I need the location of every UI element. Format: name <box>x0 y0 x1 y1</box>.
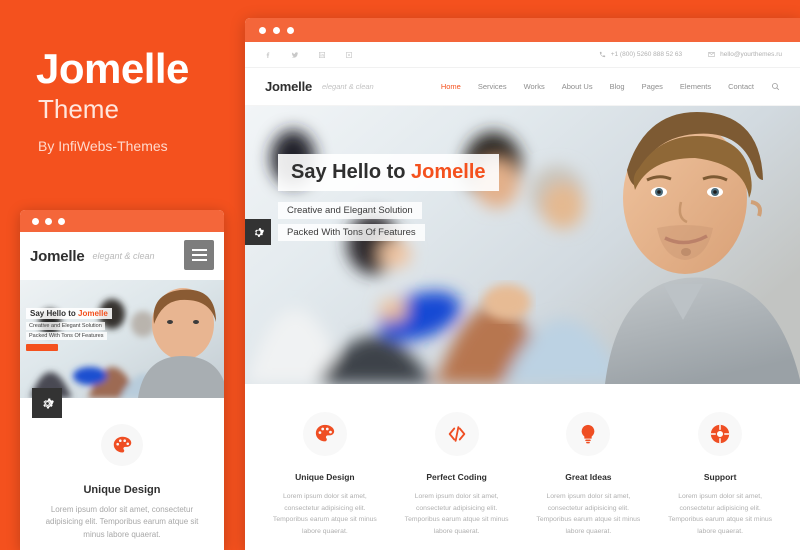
envelope-icon <box>708 52 715 57</box>
gear-glyph <box>254 227 264 237</box>
mobile-hero-cta-button[interactable] <box>26 344 58 351</box>
hamburger-bar <box>191 254 207 256</box>
desktop-titlebar <box>245 18 800 42</box>
feature-title: Perfect Coding <box>426 472 487 482</box>
hero-subline-1: Creative and Elegant Solution <box>278 202 422 219</box>
nav-item-services[interactable]: Services <box>478 82 507 91</box>
contact-info: +1 (800) 5260 888 52 63 hello@yourthemes… <box>599 51 782 58</box>
window-dot-close[interactable] <box>32 217 39 225</box>
hamburger-icon[interactable] <box>184 240 214 270</box>
hero-image <box>245 106 800 384</box>
feature-title: Support <box>703 472 737 482</box>
twitter-glyph <box>291 51 298 58</box>
promo-title: Jomelle <box>36 45 189 92</box>
nav-item-about-us[interactable]: About Us <box>562 82 593 91</box>
feature-text: Lorem ipsum dolor sit amet, consectetur … <box>404 493 509 535</box>
nav-item-home[interactable]: Home <box>441 82 461 91</box>
lightbulb-glyph <box>582 424 595 444</box>
mobile-feature-section: Unique Design Lorem ipsum dolor sit amet… <box>20 398 224 541</box>
linkedin-glyph <box>318 51 325 58</box>
features-section: Unique Design Lorem ipsum dolor sit amet… <box>245 384 800 538</box>
mobile-hero-slider[interactable]: Say Hello to Jomelle Creative and Elegan… <box>20 280 224 398</box>
hero-subline-2: Packed With Tons Of Features <box>278 224 425 241</box>
google-plus-icon[interactable] <box>344 50 353 59</box>
facebook-glyph <box>266 51 269 58</box>
feature-text: Lorem ipsum dolor sit amet, consectetur … <box>536 493 641 535</box>
hero-headline-prefix: Say Hello to <box>291 161 412 183</box>
window-dot-minimize[interactable] <box>45 217 52 225</box>
hamburger-bar <box>191 249 207 251</box>
desktop-mockup: +1 (800) 5260 888 52 63 hello@yourthemes… <box>245 18 800 550</box>
nav-item-elements[interactable]: Elements <box>680 82 711 91</box>
facebook-icon[interactable] <box>263 50 272 59</box>
hero-headline-brand: Jomelle <box>411 161 486 183</box>
site-logo[interactable]: Jomelle <box>265 79 312 94</box>
feature-text: Lorem ipsum dolor sit amet, consectetur … <box>668 493 773 535</box>
search-icon[interactable] <box>771 82 780 91</box>
mobile-hero-headline-brand: Jomelle <box>78 309 108 318</box>
phone-contact[interactable]: +1 (800) 5260 888 52 63 <box>599 51 682 58</box>
feature-title: Unique Design <box>295 472 355 482</box>
nav-item-blog[interactable]: Blog <box>610 82 625 91</box>
feature-card-support: Support Lorem ipsum dolor sit amet, cons… <box>654 412 786 537</box>
phone-number: +1 (800) 5260 888 52 63 <box>610 51 683 58</box>
palette-icon <box>302 412 347 456</box>
palette-glyph <box>315 424 335 442</box>
mobile-logo[interactable]: Jomelle <box>30 248 85 265</box>
window-dot-maximize[interactable] <box>287 26 294 34</box>
social-links <box>263 50 353 59</box>
mobile-titlebar <box>20 210 224 232</box>
mobile-hero-line1: Creative and Elegant Solution <box>26 322 105 330</box>
google-plus-glyph <box>345 51 352 58</box>
mobile-tagline: elegant & clean <box>92 251 155 261</box>
palette-icon <box>101 424 143 466</box>
nav-item-contact[interactable]: Contact <box>728 82 754 91</box>
window-dot-close[interactable] <box>259 26 266 34</box>
code-glyph <box>448 426 465 442</box>
mobile-mockup: Jomelle elegant & clean Say Hello to Jom… <box>20 210 224 550</box>
mobile-navbar: Jomelle elegant & clean <box>20 232 224 280</box>
mobile-hero-headline: Say Hello to Jomelle <box>26 308 112 319</box>
gear-icon[interactable] <box>32 388 62 418</box>
nav-item-works[interactable]: Works <box>524 82 545 91</box>
mobile-feature-text: Lorem ipsum dolor sit amet, consectetur … <box>45 505 199 539</box>
phone-icon <box>599 51 605 58</box>
lightbulb-icon <box>566 412 611 456</box>
feature-text: Lorem ipsum dolor sit amet, consectetur … <box>272 493 377 535</box>
promo-author: By InfiWebs-Themes <box>38 138 168 154</box>
email-contact[interactable]: hello@yourthemes.ru <box>708 51 782 58</box>
hamburger-bar <box>191 259 207 261</box>
nav-item-pages[interactable]: Pages <box>642 82 663 91</box>
feature-card-unique-design: Unique Design Lorem ipsum dolor sit amet… <box>259 412 391 537</box>
window-dot-minimize[interactable] <box>273 26 280 34</box>
feature-title: Great Ideas <box>565 472 612 482</box>
hero-slider[interactable]: Say Hello to Jomelle Creative and Elegan… <box>245 106 800 384</box>
promo-subtitle: Theme <box>38 94 119 124</box>
lifebuoy-glyph <box>710 424 730 444</box>
feature-card-perfect-coding: Perfect Coding Lorem ipsum dolor sit ame… <box>391 412 523 537</box>
mobile-hero-line2: Packed With Tons Of Features <box>26 332 107 340</box>
hero-headline-text: Say Hello to Jomelle <box>291 161 486 184</box>
code-icon <box>434 412 479 456</box>
linkedin-icon[interactable] <box>317 50 326 59</box>
email-address: hello@yourthemes.ru <box>720 51 782 58</box>
gear-icon[interactable] <box>245 219 271 245</box>
lifebuoy-icon <box>698 412 743 456</box>
search-glyph <box>772 83 780 91</box>
palette-glyph <box>113 436 131 452</box>
main-menu: Home Services Works About Us Blog Pages … <box>441 82 780 91</box>
mobile-feature-title: Unique Design <box>83 484 161 496</box>
window-dot-maximize[interactable] <box>58 217 65 225</box>
feature-card-great-ideas: Great Ideas Lorem ipsum dolor sit amet, … <box>523 412 655 537</box>
mobile-hero-headline-prefix: Say Hello to <box>30 309 79 318</box>
site-tagline: elegant & clean <box>322 82 374 91</box>
gear-glyph <box>42 398 54 408</box>
hero-headline: Say Hello to Jomelle <box>278 154 499 191</box>
site-topbar: +1 (800) 5260 888 52 63 hello@yourthemes… <box>245 42 800 68</box>
twitter-icon[interactable] <box>290 50 299 59</box>
site-navbar: Jomelle elegant & clean Home Services Wo… <box>245 68 800 106</box>
